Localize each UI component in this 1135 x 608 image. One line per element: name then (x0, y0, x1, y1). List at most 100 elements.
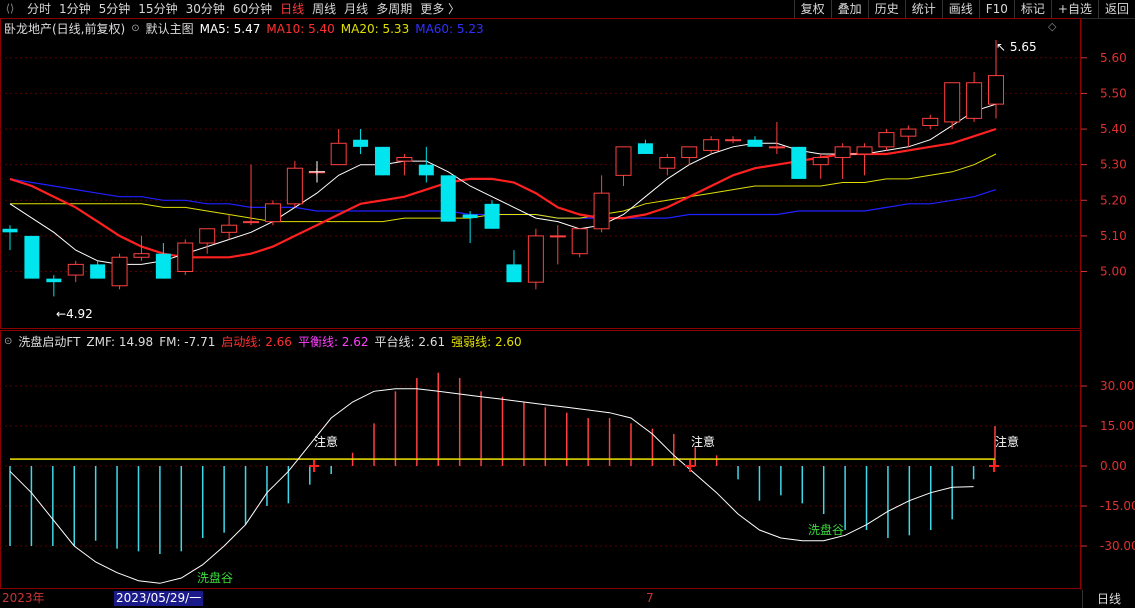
restore-rights-button[interactable]: 复权 (793, 0, 831, 18)
strength-line-value: 强弱线: 2.60 (451, 335, 522, 349)
candle-body-up (878, 132, 895, 148)
back-button[interactable]: 返回 (1097, 0, 1135, 18)
year-label: 2023年 (2, 591, 45, 605)
candle-body-up (703, 139, 720, 151)
chart-template-label[interactable]: 默认主图 (146, 20, 194, 37)
ytick-label: 5.30 (1100, 158, 1127, 172)
candle-body-down (155, 253, 171, 279)
add-watchlist-button[interactable]: +自选 (1050, 0, 1098, 18)
ma5-line (9, 103, 997, 265)
candle-body-up (615, 146, 632, 176)
tab-30min[interactable]: 30分钟 (182, 0, 229, 18)
ma60-value: MA60: 5.23 (415, 21, 484, 36)
tab-multi-period[interactable]: 多周期 (372, 0, 416, 18)
candle-body-up (593, 192, 610, 230)
indicator-name[interactable]: 洗盘启动FT (18, 333, 80, 350)
tab-more[interactable]: 更多 〉 (416, 0, 464, 18)
candle-body-up (308, 171, 325, 174)
candle-body-down (440, 175, 456, 222)
tab-15min[interactable]: 15分钟 (134, 0, 181, 18)
tab-daily[interactable]: 日线 (276, 0, 308, 18)
low-price-value: 4.92 (66, 307, 93, 321)
candle-body-up (264, 203, 281, 223)
candle-body-up (111, 256, 128, 287)
sub-frame (0, 330, 1081, 589)
candle-body-down (791, 146, 807, 179)
candle-body-down (353, 139, 369, 147)
candle-body-up (922, 117, 939, 126)
tab-60min[interactable]: 60分钟 (229, 0, 276, 18)
statistics-button[interactable]: 统计 (904, 0, 942, 18)
tab-timeshare[interactable]: 分时 (23, 0, 55, 18)
high-price-label: ↖ 5.65 (996, 40, 1037, 54)
history-button[interactable]: 历史 (867, 0, 905, 18)
dropdown-icon[interactable]: ⊙ (131, 23, 139, 34)
candle-body-up (768, 146, 785, 149)
stock-name[interactable]: 卧龙地产(日线,前复权) (4, 20, 125, 37)
zmf-line (9, 388, 974, 584)
ma5-value: MA5: 5.47 (199, 21, 261, 36)
candle-body-down (24, 235, 40, 279)
high-price-value: 5.65 (1009, 40, 1037, 54)
ma60-line (9, 178, 997, 219)
ytick-label: 5.40 (1100, 122, 1127, 136)
chart-canvas[interactable]: 5.60 5.50 5.40 5.30 5.20 5.10 5.00 30.00 15.00 0… (0, 0, 1135, 608)
candle-body-down (90, 264, 106, 279)
candle-body-up (527, 235, 544, 283)
candle-body-up (67, 263, 84, 276)
candle-body-down (462, 214, 478, 219)
tab-1min[interactable]: 1分钟 (55, 0, 95, 18)
collapse-icon[interactable]: ⟨⟩ (3, 2, 17, 16)
tab-5min[interactable]: 5分钟 (95, 0, 135, 18)
tab-weekly[interactable]: 周线 (308, 0, 340, 18)
period-toolbar: ⟨⟩ 分时 1分钟 5分钟 15分钟 30分钟 60分钟 日线 周线 月线 多周… (0, 0, 1135, 19)
sub-ytick-label: 15.00 (1100, 419, 1134, 433)
tool-buttons: 复权 叠加 历史 统计 画线 F10 标记 +自选 返回 (793, 0, 1135, 18)
indicator-legend: ⊙ 洗盘启动FT ZMF: 14.98 FM: -7.71 启动线: 2.66 … (4, 333, 522, 350)
period-tabs: ⟨⟩ 分时 1分钟 5分钟 15分钟 30分钟 60分钟 日线 周线 月线 多周… (0, 0, 464, 18)
candle-body-up (659, 157, 676, 169)
notice-label-3: 注意 (995, 435, 1020, 449)
main-frame (0, 18, 1081, 329)
valley-label-2: 洗盘谷 (808, 523, 845, 537)
indicator-dropdown-icon[interactable]: ⊙ (4, 336, 12, 347)
candle-body-down (506, 264, 522, 283)
sub-ytick-label: 30.00 (1100, 379, 1134, 393)
draw-line-button[interactable]: 画线 (941, 0, 979, 18)
candle-body-up (177, 242, 194, 273)
candle-body-up (549, 235, 566, 238)
ytick-label: 5.50 (1100, 86, 1127, 100)
sub-ytick-label: -15.00 (1100, 499, 1135, 513)
overlay-button[interactable]: 叠加 (830, 0, 868, 18)
candle-body-up (900, 128, 917, 137)
crosshair-date: 2023/05/29/一 (114, 591, 204, 606)
candle-body-up (571, 228, 588, 255)
zmf-value: ZMF: 14.98 (86, 334, 154, 349)
candle-body-up (812, 157, 829, 166)
candle-body-up (966, 82, 983, 119)
candle-body-up (856, 146, 873, 155)
low-price-label: ←4.92 (56, 307, 93, 321)
candle-body-up (681, 146, 698, 159)
balance-line-value: 平衡线: 2.62 (297, 335, 369, 349)
candle-body-down (2, 228, 18, 233)
tab-daily-bottom[interactable]: 日线 (1082, 590, 1135, 608)
high-arrow-icon: ↖ (996, 40, 1007, 54)
candle-body-up (944, 82, 961, 123)
ma10-line (9, 127, 997, 259)
ma20-line (10, 153, 997, 223)
month-label: 7 (646, 591, 654, 605)
layout-diamond-icon[interactable]: ◇ (1048, 20, 1056, 33)
platform-line-value: 平台线: 2.61 (374, 335, 446, 349)
ma20-value: MA20: 5.33 (340, 21, 410, 36)
candle-body-up (396, 157, 413, 162)
ytick-label: 5.10 (1100, 229, 1127, 243)
f10-button[interactable]: F10 (978, 0, 1014, 18)
candle-body-down (374, 146, 390, 176)
candle-body-down (637, 143, 653, 154)
candle-body-up (330, 142, 347, 166)
candle-body-up (834, 146, 851, 159)
main-chart-legend: 卧龙地产(日线,前复权) ⊙ 默认主图 MA5: 5.47 MA10: 5.40… (4, 20, 484, 37)
tab-monthly[interactable]: 月线 (340, 0, 372, 18)
mark-button[interactable]: 标记 (1013, 0, 1051, 18)
